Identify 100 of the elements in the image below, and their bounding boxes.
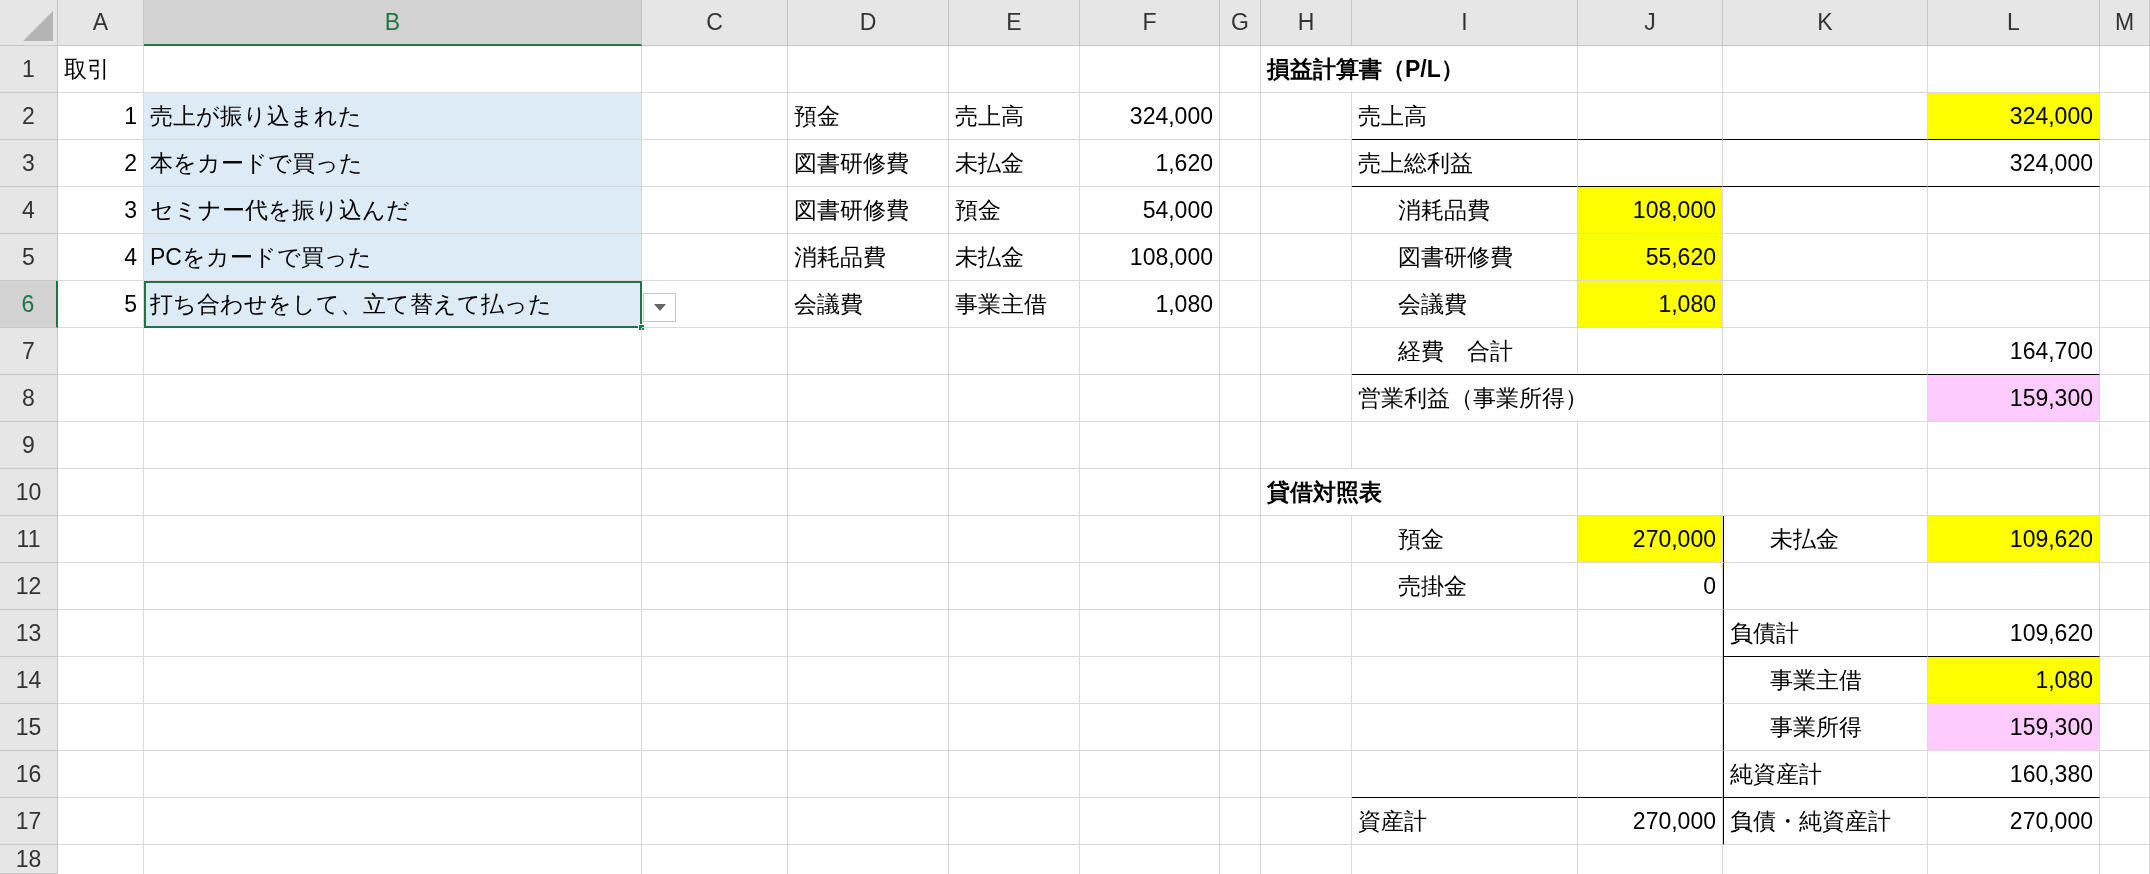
empty-cell (1220, 281, 1261, 328)
table-cell: 営業利益（事業所得） (1352, 374, 1723, 422)
row-header[interactable]: 17 (0, 798, 58, 845)
row-header[interactable]: 18 (0, 845, 58, 874)
empty-cell (1220, 469, 1261, 516)
table-cell: 消耗品費 (1352, 186, 1578, 234)
empty-cell (2100, 422, 2150, 469)
empty-cell (1220, 704, 1261, 751)
empty-cell (1220, 798, 1261, 845)
empty-cell (1220, 187, 1261, 234)
column-header[interactable]: I (1352, 0, 1578, 46)
empty-cell (1220, 328, 1261, 375)
table-cell: 打ち合わせをして、立て替えて払った (144, 281, 642, 328)
empty-cell (2100, 140, 2150, 187)
row-header[interactable]: 10 (0, 469, 58, 516)
row-header[interactable]: 7 (0, 328, 58, 375)
table-cell: 108,000 (1578, 186, 1723, 234)
empty-cell (2100, 469, 2150, 516)
table-cell: 324,000 (1080, 93, 1220, 140)
table-cell: 未払金 (949, 234, 1080, 281)
row-header[interactable]: 4 (0, 187, 58, 234)
empty-cell (1220, 375, 1261, 422)
empty-cell (2100, 46, 2150, 93)
column-header[interactable]: E (949, 0, 1080, 46)
row-header[interactable]: 13 (0, 610, 58, 657)
empty-cell (2100, 751, 2150, 798)
empty-cell (2100, 187, 2150, 234)
row-header[interactable]: 9 (0, 422, 58, 469)
table-cell: 損益計算書（P/L） (1261, 46, 1578, 93)
column-header[interactable]: F (1080, 0, 1220, 46)
empty-cell (1220, 657, 1261, 704)
table-cell: 負債計 (1723, 610, 1928, 657)
dropdown-button[interactable] (643, 293, 676, 322)
row-header[interactable]: 11 (0, 516, 58, 563)
fill-handle[interactable] (638, 324, 645, 331)
column-header[interactable]: B (144, 0, 642, 46)
table-cell: 1,080 (1080, 281, 1220, 328)
row-header[interactable]: 8 (0, 375, 58, 422)
table-cell: 取引 (58, 46, 144, 93)
empty-cell (1220, 516, 1261, 563)
table-cell: セミナー代を振り込んだ (144, 187, 642, 234)
table-cell: 160,380 (1928, 751, 2100, 798)
table-cell: 資産計 (1352, 797, 1578, 845)
column-header[interactable]: K (1723, 0, 1928, 46)
row-header[interactable]: 5 (0, 234, 58, 281)
triangle-icon (23, 11, 53, 41)
column-header[interactable]: M (2100, 0, 2150, 46)
table-cell: 売掛金 (1352, 563, 1578, 610)
table-cell: 270,000 (1578, 516, 1723, 563)
table-cell: 売上が振り込まれた (144, 93, 642, 140)
empty-cell (1220, 751, 1261, 798)
row-header[interactable]: 3 (0, 140, 58, 187)
table-cell: 270,000 (1928, 797, 2100, 845)
table-cell: 未払金 (949, 140, 1080, 187)
table-cell: 消耗品費 (788, 234, 949, 281)
column-header[interactable]: G (1220, 0, 1261, 46)
column-header[interactable]: H (1261, 0, 1352, 46)
table-cell: 159,300 (1928, 704, 2100, 751)
table-cell: 109,620 (1928, 516, 2100, 563)
table-cell: 54,000 (1080, 187, 1220, 234)
table-cell: 159,300 (1928, 374, 2100, 422)
empty-cell (1220, 234, 1261, 281)
table-cell: 貸借対照表 (1261, 469, 1578, 516)
table-cell: 事業主借 (1723, 656, 1928, 704)
table-cell: 324,000 (1928, 93, 2100, 140)
table-cell: 55,620 (1578, 234, 1723, 281)
table-cell: 会議費 (788, 281, 949, 328)
row-header[interactable]: 2 (0, 93, 58, 140)
empty-cell (2100, 563, 2150, 610)
column-header[interactable]: L (1928, 0, 2100, 46)
table-cell: 108,000 (1080, 234, 1220, 281)
row-header[interactable]: 16 (0, 751, 58, 798)
table-cell: 預金 (788, 93, 949, 140)
empty-cell (2100, 798, 2150, 845)
table-cell: 1,080 (1928, 656, 2100, 704)
empty-cell (1220, 422, 1261, 469)
table-cell: 図書研修費 (788, 187, 949, 234)
table-cell: 0 (1578, 563, 1723, 610)
table-cell: 売上高 (1352, 93, 1578, 140)
empty-cell (1220, 140, 1261, 187)
empty-cell (2100, 328, 2150, 375)
column-header[interactable]: A (58, 0, 144, 46)
table-cell: 経費 合計 (1352, 328, 1578, 375)
row-header[interactable]: 1 (0, 46, 58, 93)
row-header[interactable]: 12 (0, 563, 58, 610)
table-cell: 270,000 (1578, 797, 1723, 845)
column-header[interactable]: C (642, 0, 788, 46)
table-cell: 純資産計 (1723, 751, 1928, 798)
empty-cell (1220, 563, 1261, 610)
row-header[interactable]: 15 (0, 704, 58, 751)
table-cell: 売上総利益 (1352, 139, 1578, 187)
column-header[interactable]: D (788, 0, 949, 46)
table-cell: 事業主借 (949, 281, 1080, 328)
row-header[interactable]: 14 (0, 657, 58, 704)
empty-cell (2100, 281, 2150, 328)
empty-cell (1220, 93, 1261, 140)
column-header[interactable]: J (1578, 0, 1723, 46)
table-cell: 1,080 (1578, 281, 1723, 328)
row-header[interactable]: 6 (0, 281, 58, 328)
table-cell: 売上高 (949, 93, 1080, 140)
